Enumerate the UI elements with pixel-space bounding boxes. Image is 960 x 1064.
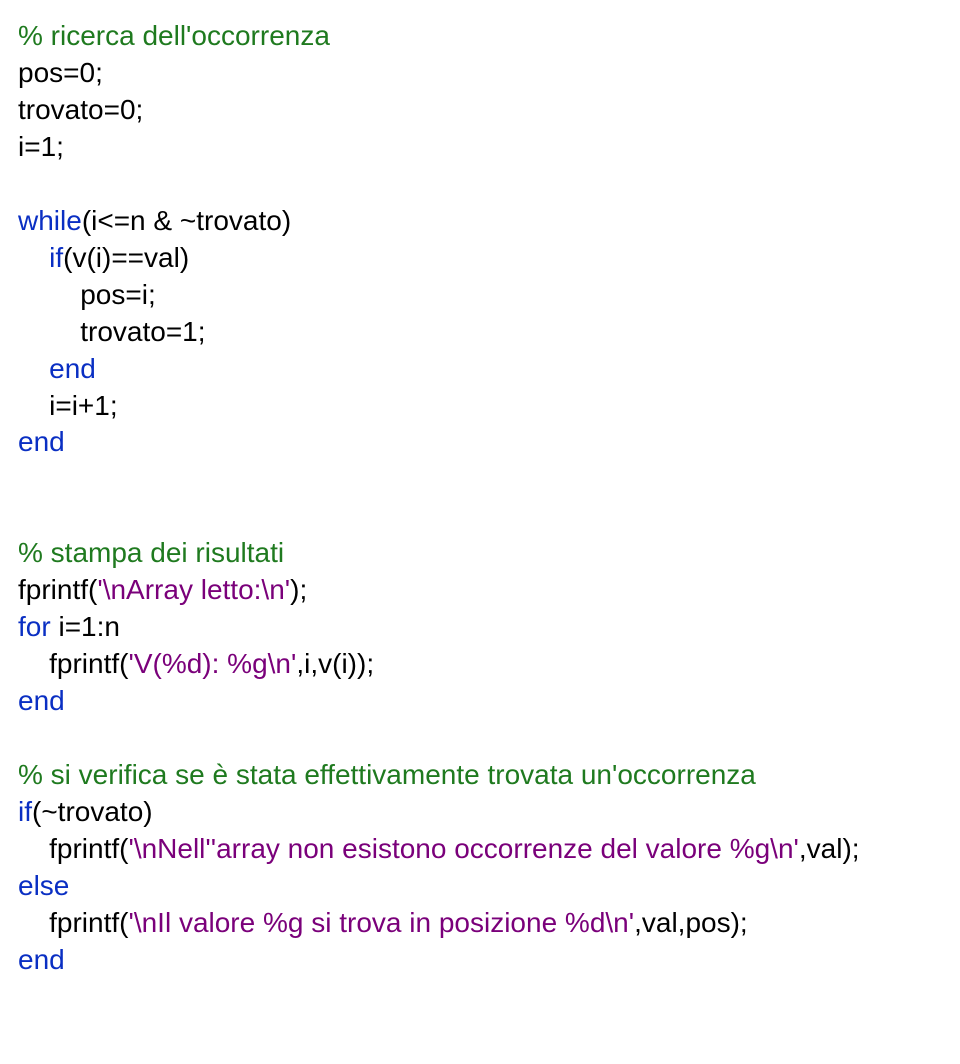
code-line: fprintf('\nArray letto:\n'); <box>18 572 940 609</box>
code-fragment <box>18 353 49 384</box>
code-fragment: i=1:n <box>51 611 120 642</box>
code-fragment: if <box>18 796 32 827</box>
code-fragment: ,val,pos); <box>634 907 748 938</box>
code-line <box>18 720 940 757</box>
code-fragment: for <box>18 611 51 642</box>
code-line: % ricerca dell'occorrenza <box>18 18 940 55</box>
code-fragment: end <box>18 944 65 975</box>
code-fragment: % stampa dei risultati <box>18 537 284 568</box>
code-line: fprintf('\nNell''array non esistono occo… <box>18 831 940 868</box>
code-fragment: while <box>18 205 82 236</box>
code-line: end <box>18 424 940 461</box>
code-fragment: '\nNell''array non esistono occorrenze d… <box>128 833 798 864</box>
code-line: fprintf('V(%d): %g\n',i,v(i)); <box>18 646 940 683</box>
code-fragment: % si verifica se è stata effettivamente … <box>18 759 756 790</box>
code-line: % si verifica se è stata effettivamente … <box>18 757 940 794</box>
code-line: fprintf('\nIl valore %g si trova in posi… <box>18 905 940 942</box>
code-fragment: i=1; <box>18 131 64 162</box>
code-line: end <box>18 942 940 979</box>
code-line: else <box>18 868 940 905</box>
code-fragment: trovato=0; <box>18 94 143 125</box>
code-fragment: fprintf( <box>18 833 128 864</box>
code-fragment: i=i+1; <box>18 390 118 421</box>
code-fragment: end <box>18 685 65 716</box>
code-line: trovato=1; <box>18 314 940 351</box>
code-fragment: (v(i)==val) <box>63 242 189 273</box>
code-fragment: (i<=n & ~trovato) <box>82 205 291 236</box>
code-line <box>18 166 940 203</box>
code-fragment: end <box>18 426 65 457</box>
code-line: i=i+1; <box>18 388 940 425</box>
code-line: for i=1:n <box>18 609 940 646</box>
code-fragment <box>18 242 49 273</box>
code-line: end <box>18 683 940 720</box>
code-fragment: 'V(%d): %g\n' <box>128 648 296 679</box>
code-line: % stampa dei risultati <box>18 535 940 572</box>
code-line: i=1; <box>18 129 940 166</box>
code-block: % ricerca dell'occorrenza pos=0; trovato=0… <box>0 0 960 1003</box>
code-line: if(v(i)==val) <box>18 240 940 277</box>
code-fragment: pos=0; <box>18 57 103 88</box>
code-line <box>18 461 940 498</box>
code-line: end <box>18 351 940 388</box>
code-fragment: '\nArray letto:\n' <box>97 574 290 605</box>
code-fragment: fprintf( <box>18 907 128 938</box>
code-fragment: fprintf( <box>18 574 97 605</box>
code-fragment: ,val); <box>799 833 860 864</box>
code-fragment: fprintf( <box>18 648 128 679</box>
code-fragment: else <box>18 870 69 901</box>
code-line: pos=0; <box>18 55 940 92</box>
code-fragment: pos=i; <box>18 279 156 310</box>
code-fragment: end <box>49 353 96 384</box>
code-fragment: if <box>49 242 63 273</box>
code-line: while(i<=n & ~trovato) <box>18 203 940 240</box>
code-line: trovato=0; <box>18 92 940 129</box>
code-fragment: ); <box>290 574 307 605</box>
code-line: if(~trovato) <box>18 794 940 831</box>
code-line: pos=i; <box>18 277 940 314</box>
code-fragment: ,i,v(i)); <box>296 648 374 679</box>
code-fragment: % ricerca dell'occorrenza <box>18 20 330 51</box>
code-fragment: trovato=1; <box>18 316 206 347</box>
code-line <box>18 498 940 535</box>
code-fragment: (~trovato) <box>32 796 153 827</box>
code-fragment: '\nIl valore %g si trova in posizione %d… <box>128 907 634 938</box>
